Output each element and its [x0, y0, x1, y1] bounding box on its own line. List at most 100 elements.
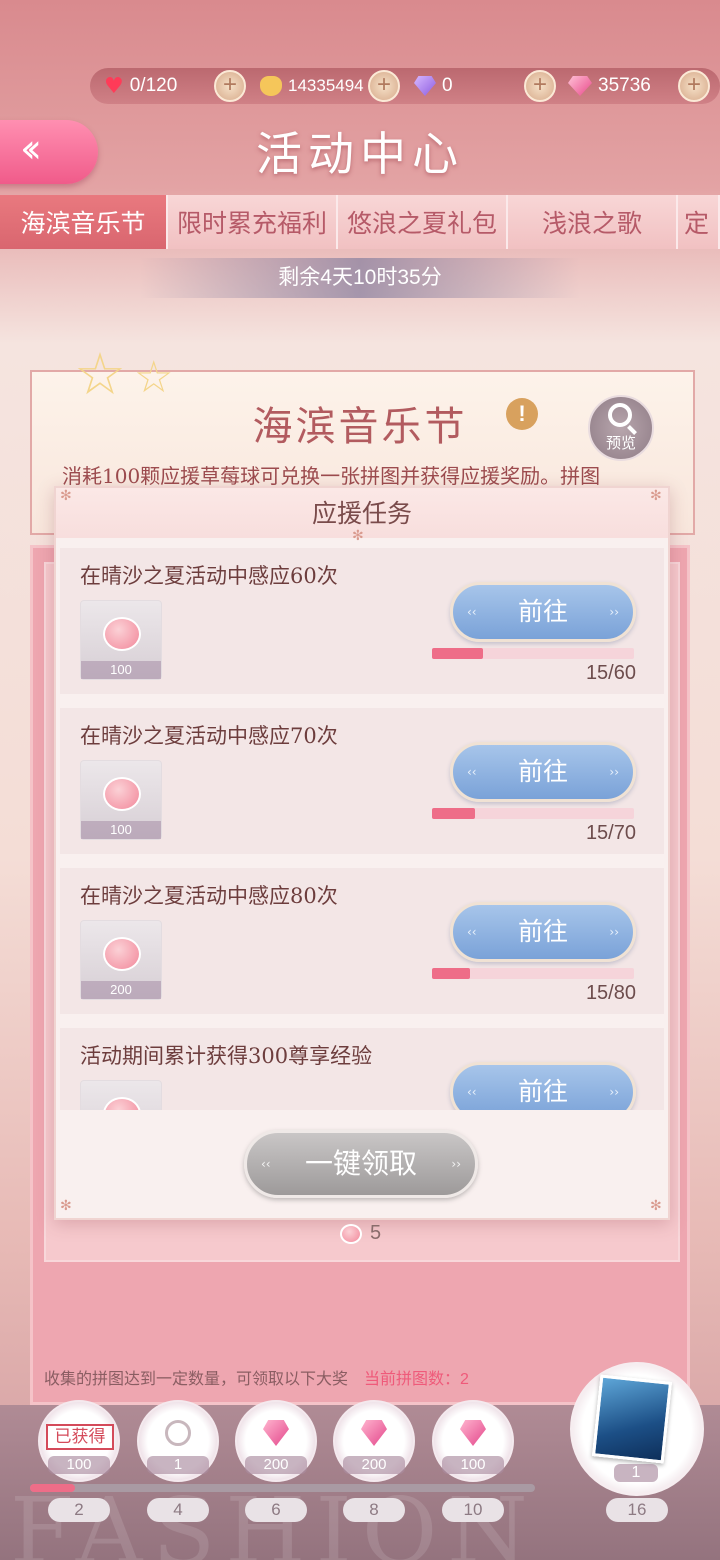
reward-quantity: 200 [81, 981, 161, 999]
puzzle-picture [591, 1374, 673, 1464]
strawberry-ball-icon [103, 617, 141, 651]
tab-summer-gift-pack[interactable]: 悠浪之夏礼包 [338, 195, 508, 249]
reward-node-qty: 100 [48, 1456, 110, 1474]
go-button[interactable]: ‹‹ 前往 ›› [450, 582, 636, 642]
chevron-right-icon: ›› [609, 1085, 619, 1099]
chevron-right-icon: ›› [609, 925, 619, 939]
go-label: 前往 [517, 917, 568, 946]
stamina-value: 0/120 [129, 75, 178, 96]
info-exclamation-icon[interactable]: ! [506, 398, 538, 430]
add-gold-button[interactable]: + [368, 70, 400, 102]
strawberry-ball-icon [340, 1223, 362, 1244]
event-description: 消耗100颗应援草莓球可兑换一张拼图并获得应援奖励。拼图 [62, 464, 601, 486]
reward-quantity: 100 [81, 661, 161, 679]
pink-diamond-icon [568, 76, 592, 96]
reward-node[interactable]: 1 [137, 1400, 219, 1482]
progress-text: 15/70 [585, 822, 636, 844]
tab-seaside-music-festival[interactable]: 海滨音乐节 [0, 195, 168, 249]
go-button[interactable]: ‹‹ 前往 ›› [450, 902, 636, 962]
task-item: 在晴沙之夏活动中感应80次 200 ‹‹ 前往 ›› 15/80 [60, 868, 664, 1014]
chevron-right-icon: ›› [451, 1157, 461, 1171]
add-stamina-button[interactable]: + [214, 70, 246, 102]
go-label: 前往 [517, 757, 568, 786]
reward-node-qty: 200 [343, 1456, 405, 1474]
chevron-left-icon: ‹‹ [261, 1157, 271, 1171]
reward-node[interactable]: 已获得 100 [38, 1400, 120, 1482]
reward-step-count: 8 [343, 1498, 405, 1522]
reward-node-qty: 200 [245, 1456, 307, 1474]
reward-slot[interactable]: 200 [80, 920, 162, 1000]
reward-quantity: 100 [81, 821, 161, 839]
claim-all-label: 一键领取 [304, 1147, 417, 1180]
pink-diamond-icon [263, 1420, 289, 1446]
reward-track-fill [30, 1484, 76, 1492]
snowflake-icon: ✻ [650, 1198, 662, 1214]
stamina-display: ♥ 0/120 [104, 68, 177, 104]
chevron-left-icon: ‹‹ [467, 1085, 477, 1099]
task-name: 在晴沙之夏活动中感应70次 [80, 724, 338, 748]
chevron-right-icon: ›› [609, 605, 619, 619]
collect-note-text: 收集的拼图达到一定数量，可领取以下大奖 [44, 1371, 349, 1388]
add-pink-diamond-button[interactable]: + [678, 70, 710, 102]
reward-slot[interactable] [80, 1080, 162, 1110]
add-purple-diamond-button[interactable]: + [524, 70, 556, 102]
page-title: 活动中心 [256, 127, 464, 181]
task-list[interactable]: 在晴沙之夏活动中感应60次 100 ‹‹ 前往 ›› 15/60 在晴沙之夏活动… [60, 548, 664, 1110]
go-label: 前往 [517, 1077, 568, 1106]
reward-step-count: 10 [442, 1498, 504, 1522]
go-button[interactable]: ‹‹ 前往 ›› [450, 1062, 636, 1110]
reward-node-qty: 1 [147, 1456, 209, 1474]
tab-partial[interactable]: 定 [678, 195, 720, 249]
ball-count-value: 5 [370, 1222, 382, 1244]
snowflake-icon: ✻ [60, 488, 72, 504]
gold-value: 14335494 [288, 76, 364, 95]
pink-diamond-icon [361, 1420, 387, 1446]
tab-limited-recharge[interactable]: 限时累充福利 [168, 195, 338, 249]
progress-text: 15/60 [585, 662, 636, 684]
reward-node[interactable]: 100 [432, 1400, 514, 1482]
reward-slot[interactable]: 100 [80, 760, 162, 840]
pink-diamond-display: 35736 [568, 68, 651, 104]
tab-shallow-wave-song[interactable]: 浅浪之歌 [508, 195, 678, 249]
reward-node[interactable]: 200 [235, 1400, 317, 1482]
reward-track-line [30, 1484, 535, 1492]
progress-fill [432, 648, 483, 659]
reward-step-count: 2 [48, 1498, 110, 1522]
reward-node[interactable]: 200 [333, 1400, 415, 1482]
bow-icon [165, 1420, 191, 1446]
chevron-left-icon: ‹‹ [467, 765, 477, 779]
chevron-left-icon: ‹‹ [467, 925, 477, 939]
claim-all-button[interactable]: ‹‹ 一键领取 ›› [244, 1130, 478, 1198]
strawberry-ball-counter: 5 [340, 1222, 381, 1245]
task-item: 在晴沙之夏活动中感应70次 100 ‹‹ 前往 ›› 15/70 [60, 708, 664, 854]
obtained-stamp: 已获得 [46, 1424, 114, 1450]
pink-diamond-value: 35736 [598, 75, 651, 96]
currency-bar: ♥ 0/120 + 14335494 + 0 + 35736 + [90, 68, 720, 104]
go-button[interactable]: ‹‹ 前往 ›› [450, 742, 636, 802]
reward-step-count: 6 [245, 1498, 307, 1522]
collect-note: 收集的拼图达到一定数量，可领取以下大奖 当前拼图数：2 [44, 1365, 469, 1389]
snowflake-icon: ✻ [650, 488, 662, 504]
progress-bar [432, 968, 634, 979]
gold-display: 14335494 [260, 68, 364, 104]
progress-text: 15/80 [585, 982, 636, 1004]
reward-step-count: 4 [147, 1498, 209, 1522]
go-label: 前往 [517, 597, 568, 626]
reward-slot[interactable]: 100 [80, 600, 162, 680]
modal-title: 应援任务 [311, 499, 412, 528]
chevron-left-icon: ‹‹ [467, 605, 477, 619]
magnifier-icon [608, 403, 632, 427]
strawberry-ball-icon [103, 937, 141, 971]
progress-bar [432, 648, 634, 659]
purple-diamond-icon [414, 76, 436, 96]
pink-diamond-icon [460, 1420, 486, 1446]
strawberry-ball-icon [103, 1097, 141, 1110]
task-name: 活动期间累计获得300尊享经验 [80, 1044, 373, 1068]
current-puzzle-count: 当前拼图数：2 [364, 1371, 469, 1388]
task-item: 活动期间累计获得300尊享经验 ‹‹ 前往 ›› [60, 1028, 664, 1110]
grand-prize-step-count: 16 [606, 1498, 668, 1522]
progress-fill [432, 808, 476, 819]
task-name: 在晴沙之夏活动中感应60次 [80, 564, 338, 588]
progress-bar [432, 808, 634, 819]
preview-button[interactable]: 预览 [588, 395, 654, 461]
